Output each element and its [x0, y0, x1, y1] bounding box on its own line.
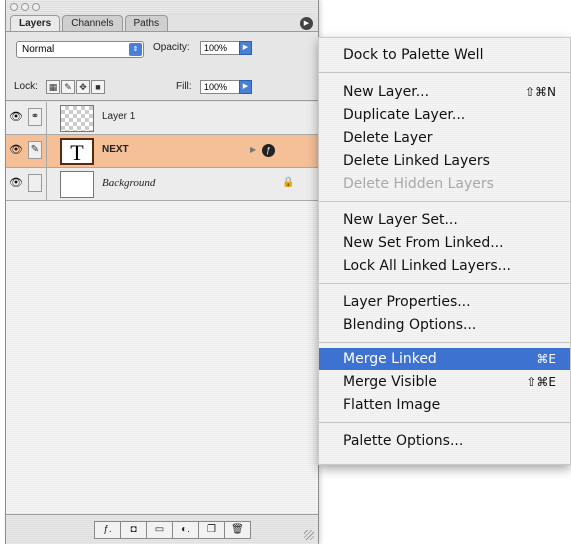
menu-item-palette-options[interactable]: Palette Options...	[319, 430, 570, 452]
menu-separator	[319, 342, 570, 343]
menu-item-layer-properties[interactable]: Layer Properties...	[319, 291, 570, 313]
menu-item-dock[interactable]: Dock to Palette Well	[319, 44, 570, 66]
link-icon[interactable]: ⚭	[28, 108, 42, 126]
menu-item-new-set-from-linked[interactable]: New Set From Linked...	[319, 232, 570, 254]
layer-thumbnail	[60, 105, 94, 132]
tab-paths[interactable]: Paths	[124, 15, 169, 31]
opacity-label: Opacity:	[153, 42, 190, 53]
palette-bottom-bar: ƒ. ◘ ▭ ◐. ❐ 🗑	[6, 514, 318, 544]
menu-item-label: New Layer...	[343, 84, 430, 100]
layers-list: 👁 ⚭ Layer 1 👁 ✎ T NEXT ▶ ƒ 👁 Background …	[6, 102, 318, 514]
adjustment-layer-icon[interactable]: ◐.	[172, 521, 199, 539]
layer-name: Background	[102, 177, 156, 189]
lock-all-icon[interactable]: ■	[91, 80, 105, 94]
visibility-eye-icon[interactable]: 👁	[9, 176, 23, 190]
link-slot[interactable]	[28, 174, 42, 192]
menu-item-new-layer[interactable]: New Layer... ⇧⌘N	[319, 81, 570, 103]
menu-item-flatten-image[interactable]: Flatten Image	[319, 394, 570, 416]
layer-name: NEXT	[102, 144, 129, 155]
trash-icon[interactable]: 🗑	[224, 521, 251, 539]
layers-palette-menu: Dock to Palette Well New Layer... ⇧⌘N Du…	[318, 37, 571, 465]
layer-row-selected[interactable]: 👁 ✎ T NEXT ▶ ƒ	[6, 135, 318, 168]
menu-item-delete-linked[interactable]: Delete Linked Layers	[319, 150, 570, 172]
shortcut-label: ⇧⌘N	[524, 85, 556, 99]
lock-icon: 🔒	[282, 177, 295, 188]
lock-move-icon[interactable]: ✥	[76, 80, 90, 94]
layer-thumbnail	[60, 171, 94, 198]
close-window-icon[interactable]	[10, 3, 18, 11]
lock-label: Lock:	[14, 81, 38, 92]
palette-menu-arrow-icon[interactable]: ▶	[300, 17, 313, 30]
visibility-eye-icon[interactable]: 👁	[9, 143, 23, 157]
visibility-eye-icon[interactable]: 👁	[9, 110, 23, 124]
zoom-window-icon[interactable]	[32, 3, 40, 11]
tab-layers[interactable]: Layers	[10, 15, 61, 31]
new-set-folder-icon[interactable]: ▭	[146, 521, 173, 539]
lock-transparency-icon[interactable]: ▦	[46, 80, 60, 94]
menu-separator	[319, 283, 570, 284]
palette-titlebar[interactable]	[6, 0, 318, 14]
palette-tabs: Layers Channels Paths	[10, 15, 169, 31]
add-mask-icon[interactable]: ◘	[120, 521, 147, 539]
minimize-window-icon[interactable]	[21, 3, 29, 11]
menu-item-merge-visible[interactable]: Merge Visible ⇧⌘E	[319, 371, 570, 393]
opacity-input[interactable]: 100%	[200, 41, 240, 55]
layer-row[interactable]: 👁 Background 🔒	[6, 168, 318, 201]
menu-item-merge-linked[interactable]: Merge Linked ⌘E	[319, 348, 570, 370]
fill-input[interactable]: 100%	[200, 80, 240, 94]
tab-channels[interactable]: Channels	[62, 15, 123, 31]
text-layer-thumbnail: T	[60, 138, 94, 165]
add-style-icon[interactable]: ƒ.	[94, 521, 121, 539]
menu-item-delete-hidden: Delete Hidden Layers	[343, 176, 494, 192]
select-arrows-icon: ⇕	[129, 43, 142, 56]
layer-name: Layer 1	[102, 111, 136, 122]
resize-grip-icon[interactable]	[304, 530, 314, 540]
menu-separator	[319, 422, 570, 423]
layer-effects-icon[interactable]: ƒ	[262, 144, 275, 157]
brush-icon[interactable]: ✎	[28, 141, 42, 159]
layers-palette: Layers Channels Paths ▶ Normal ⇕ Opacity…	[5, 0, 319, 544]
menu-item-duplicate-layer[interactable]: Duplicate Layer...	[319, 104, 570, 126]
menu-item-delete-layer[interactable]: Delete Layer	[319, 127, 570, 149]
opacity-slider-arrow-icon[interactable]: ▶	[239, 41, 252, 55]
blend-mode-select[interactable]: Normal ⇕	[16, 41, 144, 58]
lock-brush-icon[interactable]: ✎	[61, 80, 75, 94]
layer-row[interactable]: 👁 ⚭ Layer 1	[6, 102, 318, 135]
menu-item-blending-options[interactable]: Blending Options...	[319, 314, 570, 336]
menu-item-lock-all-linked[interactable]: Lock All Linked Layers...	[319, 255, 570, 277]
shortcut-label: ⌘E	[536, 352, 556, 366]
layer-controls: Normal ⇕ Opacity: 100% ▶ Lock: ▦ ✎ ✥ ■ F…	[6, 31, 318, 101]
fill-slider-arrow-icon[interactable]: ▶	[239, 80, 252, 94]
new-layer-icon[interactable]: ❐	[198, 521, 225, 539]
shortcut-label: ⇧⌘E	[526, 375, 556, 389]
expand-triangle-icon[interactable]: ▶	[250, 145, 256, 154]
menu-item-label: Merge Linked	[343, 351, 437, 367]
menu-separator	[319, 201, 570, 202]
fill-label: Fill:	[176, 81, 192, 92]
menu-separator	[319, 72, 570, 73]
menu-item-new-layer-set[interactable]: New Layer Set...	[319, 209, 570, 231]
blend-mode-value: Normal	[22, 44, 55, 55]
menu-item-label: Merge Visible	[343, 374, 437, 390]
